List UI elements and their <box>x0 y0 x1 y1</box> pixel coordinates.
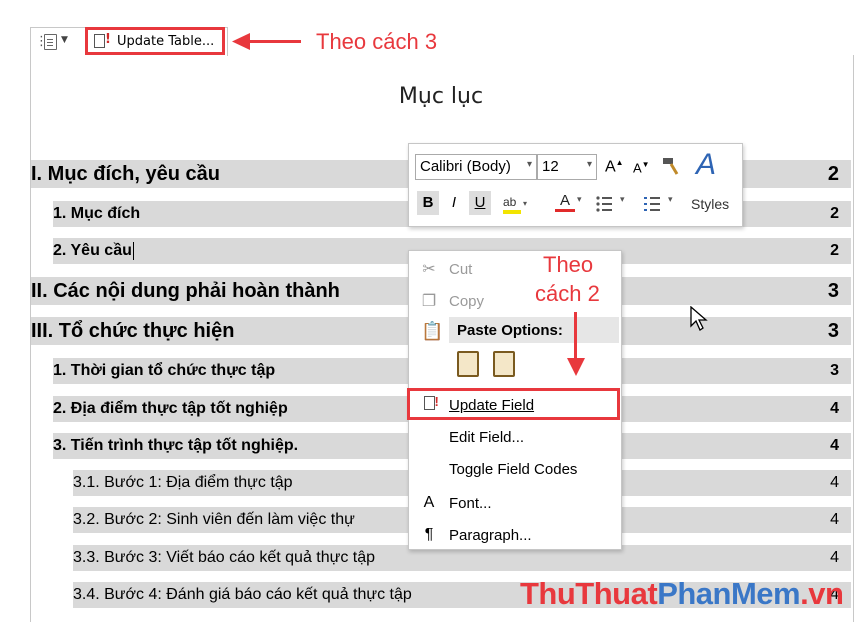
menu-item-label: Copy <box>449 292 485 310</box>
menu-item-label: Paragraph... <box>449 526 532 544</box>
annotation-arrow-line <box>246 40 301 43</box>
font-name-select[interactable]: Calibri (Body) ▾ <box>415 154 537 180</box>
chevron-down-icon[interactable]: ▾ <box>577 194 582 205</box>
watermark-part1: ThuThuat <box>520 576 658 611</box>
bullets-icon[interactable] <box>595 194 619 214</box>
scissors-icon: ✂ <box>422 261 436 278</box>
toc-entry-page: 2 <box>830 205 839 222</box>
toc-entry-page: 3 <box>830 362 839 379</box>
menu-item-label: Toggle Field Codes <box>449 460 578 478</box>
update-field-highlight <box>407 388 620 420</box>
menu-item-edit-field[interactable]: Edit Field... <box>409 421 619 453</box>
mini-format-toolbar: Calibri (Body) ▾ 12 ▾ A▲ A▼ A B I U ab ▾… <box>408 143 743 227</box>
text-cursor <box>132 242 134 260</box>
font-name-value: Calibri (Body) <box>420 158 511 175</box>
font-size-value: 12 <box>542 158 559 175</box>
annotation-arrow-down-icon <box>567 358 585 376</box>
menu-item-paragraph[interactable]: ¶ Paragraph... <box>409 519 619 551</box>
clipboard-icon: 📋 <box>421 321 444 341</box>
toc-entry-text: 1. Mục đích <box>53 205 141 222</box>
menu-item-toggle-field-codes[interactable]: Toggle Field Codes <box>409 453 619 485</box>
highlight-icon[interactable]: ab ▾ <box>501 192 531 216</box>
toc-entry-text: 2. Yêu cầu <box>53 242 132 259</box>
toc-entry-page: 4 <box>830 437 839 454</box>
numbering-icon[interactable] <box>643 194 667 214</box>
menu-item-label: Font... <box>449 494 492 512</box>
toc-entry-text: 1. Thời gian tổ chức thực tập <box>53 362 276 379</box>
toc-entry-page: 3 <box>827 279 839 302</box>
grow-font-label: A <box>605 158 616 176</box>
toc-entry-page: 4 <box>830 400 839 417</box>
chevron-down-icon: ▾ <box>526 159 532 170</box>
toc-entry-page: 4 <box>830 474 839 491</box>
toc-entry-text: 3.3. Bước 3: Viết báo cáo kết quả thực t… <box>73 549 376 566</box>
styles-label: Styles <box>691 196 730 212</box>
paste-keep-formatting-icon[interactable] <box>457 351 479 377</box>
chevron-down-icon[interactable]: ▾ <box>668 194 673 205</box>
toc-entry-page: 2 <box>827 162 839 185</box>
svg-text:ab: ab <box>503 195 517 209</box>
shrink-font-label: A <box>633 160 642 176</box>
page-title: Mục lục <box>398 84 484 109</box>
toc-entry-text: II. Các nội dung phải hoàn thành <box>31 279 340 302</box>
update-table-label: Update Table... <box>117 33 215 49</box>
watermark-part2: PhanMem <box>657 576 801 611</box>
update-table-button[interactable]: Update Table... <box>85 27 225 55</box>
grow-font-button[interactable]: A▲ <box>605 158 624 176</box>
annotation-arrow-line <box>574 312 577 362</box>
watermark-part3: .vn <box>800 576 844 611</box>
menu-item-label: Edit Field... <box>449 428 525 446</box>
annotation-method-2-line1: Theo <box>543 252 594 277</box>
toc-entry-page: 2 <box>830 242 839 259</box>
chevron-down-icon[interactable]: ▼ <box>61 35 68 45</box>
annotation-method-2-line2: cách 2 <box>535 281 600 306</box>
toc-entry-page: 4 <box>830 511 839 528</box>
watermark-logo: ThuThuatPhanMem.vn <box>520 576 844 612</box>
toc-entry-text: 3.2. Bước 2: Sinh viên đến làm việc thự <box>73 511 355 528</box>
annotation-method-3: Theo cách 3 <box>316 29 438 54</box>
font-color-label: A <box>559 192 570 209</box>
menu-item-label: Cut <box>449 260 473 278</box>
styles-icon[interactable]: A <box>696 148 716 182</box>
shrink-font-button[interactable]: A▼ <box>633 160 650 175</box>
font-icon: A <box>423 494 435 511</box>
font-size-select[interactable]: 12 ▾ <box>537 154 597 180</box>
chevron-down-icon: ▾ <box>586 159 592 170</box>
copy-icon: ❐ <box>421 293 437 310</box>
svg-text:▾: ▾ <box>523 199 527 208</box>
toc-entry-text: 3. Tiến trình thực tập tốt nghiệp. <box>53 437 299 454</box>
italic-button[interactable]: I <box>443 191 465 215</box>
font-color-button[interactable]: A <box>555 192 575 212</box>
toc-entry-page: 3 <box>827 319 839 342</box>
toc-entry-text: I. Mục đích, yêu cầu <box>31 162 220 185</box>
underline-button[interactable]: U <box>469 191 491 215</box>
paste-options-header: Paste Options: <box>449 317 619 343</box>
annotation-arrow-left-icon <box>232 33 250 50</box>
menu-item-font[interactable]: A Font... <box>409 487 619 519</box>
mouse-cursor-icon <box>690 306 708 331</box>
toc-entry-text: 2. Địa điểm thực tập tốt nghiệp <box>53 400 288 417</box>
bold-button[interactable]: B <box>417 191 439 215</box>
font-color-swatch <box>555 209 575 212</box>
format-painter-icon[interactable] <box>661 156 681 176</box>
chevron-down-icon[interactable]: ▾ <box>620 194 625 205</box>
update-doc-icon <box>94 32 111 48</box>
paste-text-only-icon[interactable] <box>493 351 515 377</box>
toc-entry-text: 3.4. Bước 4: Đánh giá báo cáo kết quả th… <box>73 586 412 603</box>
toc-entry-text: III. Tổ chức thực hiện <box>31 319 235 342</box>
document-icon[interactable] <box>44 34 57 50</box>
toc-entry-text: 3.1. Bước 1: Địa điểm thực tập <box>73 474 293 491</box>
paragraph-icon: ¶ <box>424 526 434 543</box>
toc-entry-page: 4 <box>830 549 839 566</box>
